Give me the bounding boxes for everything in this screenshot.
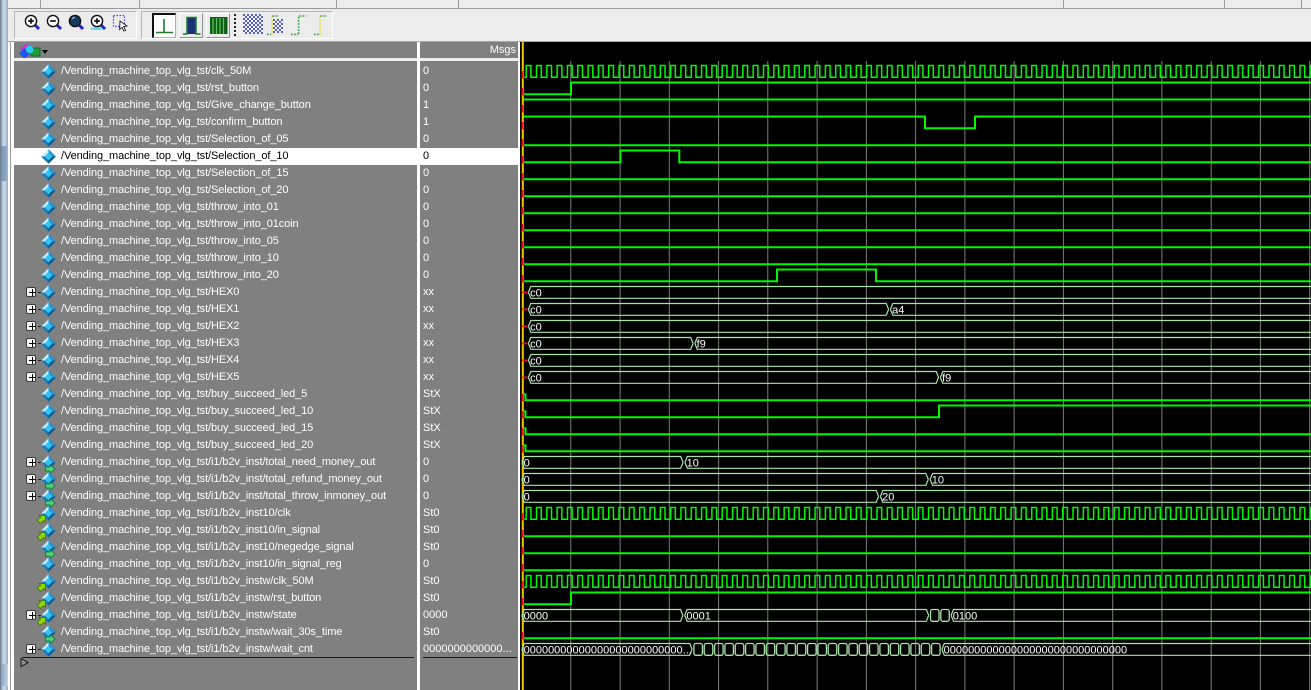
svg-text:c0: c0 [530,338,542,350]
svg-text:0000: 0000 [524,610,548,622]
svg-text:c0: c0 [530,321,542,333]
svg-text:0100: 0100 [953,610,977,622]
svg-text:c0: c0 [530,304,542,316]
svg-text:c0: c0 [530,372,542,384]
svg-text:c0: c0 [530,287,542,299]
svg-text:0001: 0001 [686,610,710,622]
svg-text:00000000000000000000000000...: 00000000000000000000000000... [524,644,692,656]
svg-text:f9: f9 [697,338,706,350]
svg-text:20: 20 [882,491,894,503]
svg-text:000000000000000000000000000000: 000000000000000000000000000000 [944,644,1128,656]
svg-text:0: 0 [524,474,530,486]
svg-text:0: 0 [524,457,530,469]
svg-text:10: 10 [932,474,944,486]
svg-text:a4: a4 [892,304,904,316]
svg-text:f9: f9 [942,372,951,384]
svg-text:0: 0 [524,491,530,503]
svg-text:10: 10 [687,457,699,469]
svg-text:c0: c0 [530,355,542,367]
